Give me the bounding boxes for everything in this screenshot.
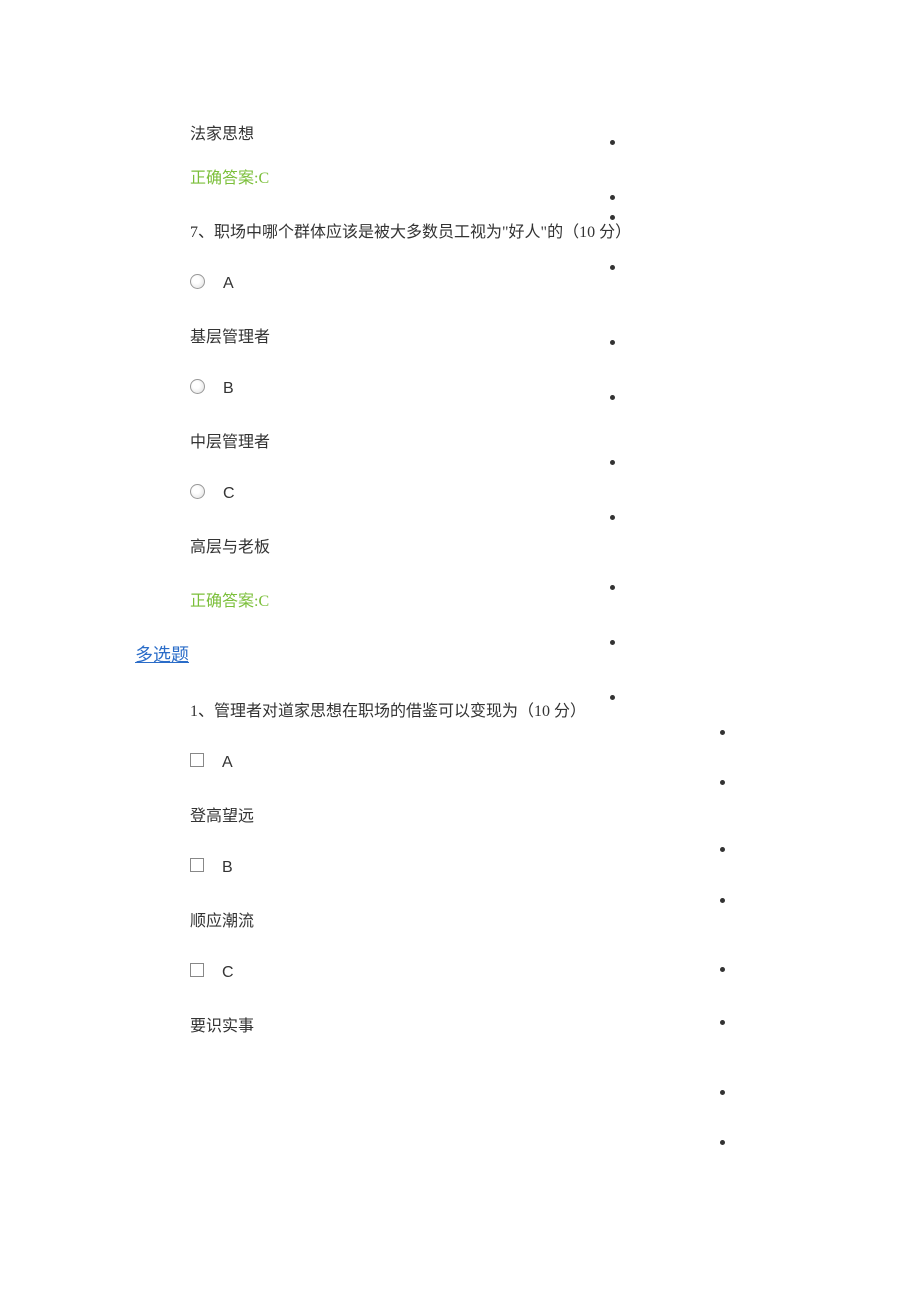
option-label: B [223, 380, 234, 398]
q7-title: 7、职场中哪个群体应该是被大多数员工视为"好人"的（10 分） [190, 218, 920, 242]
mq1-option-b[interactable]: B [190, 856, 920, 877]
option-label: C [222, 964, 234, 982]
q6-answer: 正确答案:C [190, 164, 920, 188]
q7-option-c[interactable]: C [190, 482, 920, 503]
option-label: B [222, 859, 233, 877]
radio-icon[interactable] [190, 379, 205, 394]
option-label: C [223, 485, 235, 503]
q7-option-c-text: 高层与老板 [190, 533, 920, 557]
checkbox-icon[interactable] [190, 753, 204, 767]
checkbox-icon[interactable] [190, 963, 204, 977]
q7-option-a-text: 基层管理者 [190, 323, 920, 347]
q7-option-b[interactable]: B [190, 377, 920, 398]
radio-icon[interactable] [190, 274, 205, 289]
mq1-option-a[interactable]: A [190, 751, 920, 772]
q7-option-b-text: 中层管理者 [190, 428, 920, 452]
option-label: A [222, 754, 233, 772]
mq1-option-a-text: 登高望远 [190, 802, 920, 826]
q7-answer: 正确答案:C [190, 587, 920, 611]
mq1-option-b-text: 顺应潮流 [190, 907, 920, 931]
checkbox-icon[interactable] [190, 858, 204, 872]
option-label: A [223, 275, 234, 293]
section-multichoice-link[interactable]: 多选题 [135, 641, 920, 667]
q6-option-text: 法家思想 [190, 120, 920, 144]
mq1-option-c[interactable]: C [190, 961, 920, 982]
mq1-title: 1、管理者对道家思想在职场的借鉴可以变现为（10 分） [190, 697, 920, 721]
q7-option-a[interactable]: A [190, 272, 920, 293]
mq1-option-c-text: 要识实事 [190, 1012, 920, 1036]
radio-icon[interactable] [190, 484, 205, 499]
